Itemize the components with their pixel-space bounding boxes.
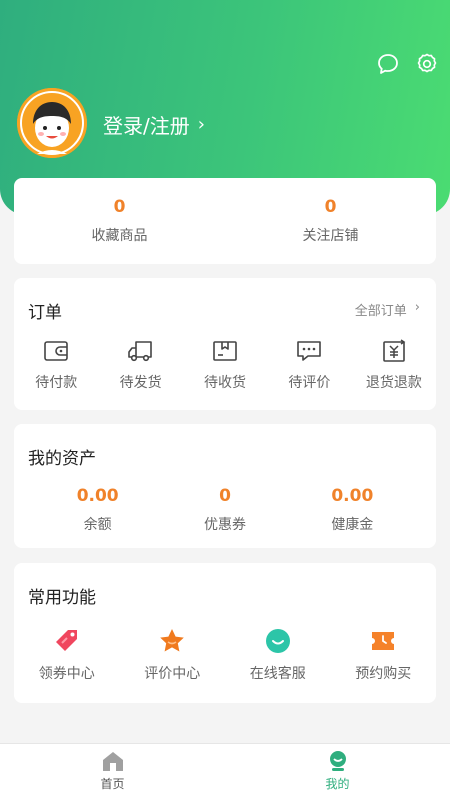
assets-title: 我的资产 — [28, 449, 96, 469]
avatar[interactable] — [17, 88, 87, 158]
tab-label: 我的 — [325, 777, 350, 791]
stat-value: 0 — [324, 197, 337, 217]
orders-card: 订单 全部订单 › 待付款 待发货 待收货 待评价 退货退款 — [14, 278, 436, 410]
function-reserve-purchase[interactable]: 预约购买 — [331, 627, 437, 683]
order-status-label: 待付款 — [35, 375, 78, 391]
stats-card: 0 收藏商品 0 关注店铺 — [14, 178, 436, 264]
asset-balance[interactable]: 0.00 余额 — [34, 486, 161, 534]
bottom-tab-bar: 首页 我的 — [0, 743, 450, 801]
profile-icon — [329, 751, 346, 771]
function-online-service[interactable]: 在线客服 — [225, 627, 331, 683]
ticket-clock-icon — [372, 632, 395, 650]
functions-title: 常用功能 — [28, 588, 96, 608]
coupon-tag-icon — [55, 630, 77, 651]
order-status-label: 待收货 — [204, 375, 247, 391]
message-icon[interactable] — [376, 52, 400, 76]
function-label: 预约购买 — [355, 666, 412, 682]
asset-value: 0.00 — [331, 486, 374, 506]
order-pending-shipment[interactable]: 待发货 — [98, 338, 182, 392]
comment-icon — [297, 341, 322, 361]
customer-service-icon — [265, 629, 290, 653]
chevron-right-icon: › — [414, 300, 420, 315]
login-register-label: 登录/注册 — [103, 114, 190, 138]
asset-coupons[interactable]: 0 优惠券 — [161, 486, 288, 534]
login-register-link[interactable]: 登录/注册 › — [103, 110, 205, 139]
assets-card: 我的资产 0.00 余额 0 优惠券 0.00 健康金 — [14, 424, 436, 548]
orders-title: 订单 — [28, 303, 62, 323]
order-pending-review[interactable]: 待评价 — [267, 338, 351, 392]
function-label: 在线客服 — [249, 666, 306, 682]
function-coupon-center[interactable]: 领券中心 — [14, 627, 120, 683]
tab-home[interactable]: 首页 — [0, 744, 225, 801]
asset-label: 余额 — [83, 517, 112, 533]
all-orders-link[interactable]: 全部订单 › — [355, 300, 420, 319]
asset-value: 0.00 — [76, 486, 119, 506]
package-icon — [213, 341, 237, 361]
stat-favorites[interactable]: 0 收藏商品 — [14, 178, 225, 264]
stat-label: 关注店铺 — [302, 228, 359, 244]
user-avatar-icon — [17, 88, 87, 158]
home-icon — [102, 752, 123, 771]
tab-label: 首页 — [100, 777, 125, 791]
functions-row: 领券中心 评价中心 在线客服 预约购买 — [14, 627, 436, 683]
asset-label: 健康金 — [331, 517, 374, 533]
function-review-center[interactable]: 评价中心 — [120, 627, 226, 683]
functions-card: 常用功能 领券中心 评价中心 在线客服 预约购买 — [14, 563, 436, 703]
assets-row: 0.00 余额 0 优惠券 0.00 健康金 — [14, 486, 436, 534]
order-pending-receipt[interactable]: 待收货 — [183, 338, 267, 392]
asset-value: 0 — [219, 486, 231, 506]
order-status-label: 待发货 — [119, 375, 162, 391]
function-label: 评价中心 — [144, 666, 201, 682]
stat-followed-shops[interactable]: 0 关注店铺 — [225, 178, 436, 264]
all-orders-label: 全部订单 — [354, 304, 407, 319]
order-refund[interactable]: 退货退款 — [352, 338, 436, 392]
tab-mine[interactable]: 我的 — [225, 744, 450, 801]
asset-label: 优惠券 — [203, 517, 246, 533]
refund-icon — [383, 339, 406, 362]
truck-icon — [127, 341, 152, 362]
stat-value: 0 — [113, 197, 126, 217]
star-icon — [160, 629, 185, 652]
wallet-icon — [44, 341, 69, 361]
function-label: 领券中心 — [38, 666, 95, 682]
order-status-label: 退货退款 — [365, 375, 422, 391]
stat-label: 收藏商品 — [91, 228, 148, 244]
order-status-row: 待付款 待发货 待收货 待评价 退货退款 — [14, 338, 436, 392]
order-status-label: 待评价 — [288, 375, 331, 391]
asset-health-fund[interactable]: 0.00 健康金 — [289, 486, 416, 534]
order-pending-payment[interactable]: 待付款 — [14, 338, 98, 392]
settings-icon[interactable] — [415, 52, 439, 76]
chevron-right-icon: › — [197, 114, 205, 135]
